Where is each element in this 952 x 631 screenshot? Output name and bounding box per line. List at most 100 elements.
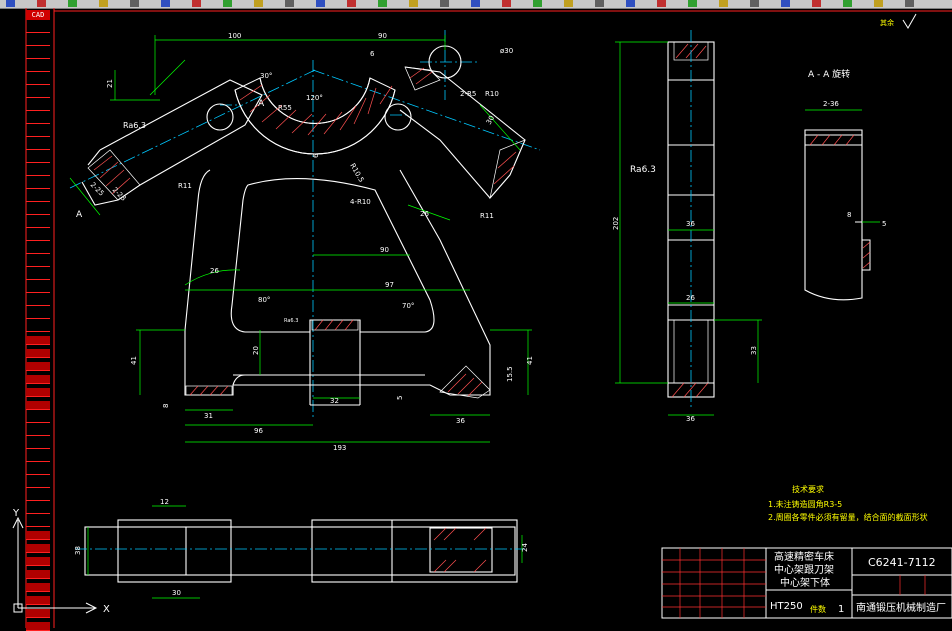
- layer-row: [26, 466, 50, 475]
- layer-row: [26, 219, 50, 228]
- corner-roughness-note: 其余: [880, 13, 917, 29]
- dim-angle-120: 120°: [306, 94, 323, 102]
- dim-41-right: 41: [526, 356, 534, 365]
- layer-row: [26, 583, 50, 592]
- ucs-x-label: X: [103, 604, 110, 615]
- dim-36-side-a: 36: [686, 220, 695, 228]
- side-view: Ra6.3 202 36 26 33 36: [612, 30, 762, 423]
- dim-36: 36: [456, 417, 465, 425]
- dim-26-left: 26: [210, 267, 219, 275]
- dim-21: 21: [106, 79, 114, 88]
- drawing-code: C6241-7112: [868, 556, 936, 569]
- layer-row: [26, 297, 50, 306]
- layer-row: [26, 362, 50, 371]
- section-title: A - A 旋转: [808, 68, 850, 80]
- layer-row: [26, 258, 50, 267]
- cad-label: CAD: [26, 10, 50, 20]
- layer-row: [26, 518, 50, 527]
- title-name-line2: 中心架跟刀架: [774, 563, 834, 576]
- dim-26-side: 26: [686, 294, 695, 302]
- section-mark-A-left: A: [76, 210, 83, 220]
- layer-row: [26, 63, 50, 72]
- dim-100: 100: [228, 32, 241, 40]
- dim-30-bottom: 30: [172, 589, 181, 597]
- dim-8-left: 8: [162, 404, 170, 408]
- layer-row: [26, 440, 50, 449]
- layer-row: [26, 479, 50, 488]
- dim-15-5: 15.5: [506, 366, 514, 382]
- layer-row: [26, 492, 50, 501]
- front-view: 100 90 6 ø30 21 30° 120° R55 R10 2-R5 R1…: [69, 30, 541, 452]
- dim-193: 193: [333, 444, 346, 452]
- dim-90-top: 90: [378, 32, 387, 40]
- layer-row: [26, 596, 50, 605]
- layer-row: [26, 609, 50, 618]
- layer-row: [26, 310, 50, 319]
- dim-dia30: ø30: [500, 47, 513, 55]
- layer-row: [26, 141, 50, 150]
- dim-2-36: 2-36: [823, 100, 839, 108]
- dim-angle-70: 70°: [402, 302, 414, 310]
- dim-r11-right: R11: [480, 212, 494, 220]
- dim-6-center: 6: [312, 153, 320, 158]
- cad-drawing-canvas[interactable]: 100 90 6 ø30 21 30° 120° R55 R10 2-R5 R1…: [0, 0, 952, 630]
- dim-r105: R10.5: [348, 162, 365, 184]
- layer-row: [26, 206, 50, 215]
- dim-26-right: 26: [420, 210, 429, 218]
- dim-6-top: 6: [370, 50, 375, 58]
- layer-row: [26, 76, 50, 85]
- dim-r11: R11: [178, 182, 192, 190]
- dim-angle-30: 30°: [260, 72, 272, 80]
- layer-row: [26, 24, 50, 33]
- dim-angle-80: 80°: [258, 296, 270, 304]
- layer-row: [26, 388, 50, 397]
- dim-38: 38: [74, 546, 82, 555]
- dim-90-mid: 90: [380, 246, 389, 254]
- layer-row: [26, 557, 50, 566]
- layer-row: [26, 401, 50, 410]
- tech-line-2: 2.周圈各零件必须有留量，结合面的截面形状: [768, 512, 928, 522]
- layer-row: [26, 570, 50, 579]
- layer-row: [26, 50, 50, 59]
- dim-r55: R55: [278, 104, 292, 112]
- tech-line-1: 1.未注铸造圆角R3-5: [768, 499, 842, 509]
- dim-5: 5: [396, 396, 404, 400]
- dim-96: 96: [254, 427, 263, 435]
- dim-202: 202: [612, 217, 620, 230]
- layer-row: [26, 37, 50, 46]
- dim-2r5: 2-R5: [460, 90, 476, 98]
- hatch-areas: [87, 66, 526, 399]
- layer-row: [26, 531, 50, 540]
- layer-row: [26, 505, 50, 514]
- dim-33-side: 33: [750, 346, 758, 355]
- layer-row: [26, 284, 50, 293]
- material: HT250: [770, 601, 803, 612]
- dim-32: 32: [330, 397, 339, 405]
- dim-24: 24: [521, 543, 529, 552]
- dim-2-25: 2-25: [89, 181, 106, 198]
- section-aa: A - A 旋转 2-36 8 5: [804, 68, 886, 301]
- layer-row: [26, 375, 50, 384]
- corner-note-text: 其余: [880, 18, 894, 27]
- layer-row: [26, 245, 50, 254]
- ucs-y-label: Y: [12, 508, 20, 519]
- tech-title: 技术要求: [792, 484, 824, 494]
- roughness-ra63: Ra6.3: [123, 121, 146, 130]
- layer-row: [26, 128, 50, 137]
- layer-row: [26, 323, 50, 332]
- layer-row: [26, 167, 50, 176]
- title-name-line1: 高速精密车床: [774, 550, 834, 563]
- roughness-small: Ra6.3: [284, 318, 298, 324]
- dim-36-side-b: 36: [686, 415, 695, 423]
- layer-row: [26, 102, 50, 111]
- layer-row: [26, 89, 50, 98]
- dim-8-section: 8: [847, 211, 851, 219]
- layer-row: [26, 271, 50, 280]
- layer-stack: CAD: [26, 8, 54, 631]
- title-name-line3: 中心架下体: [780, 576, 830, 589]
- dim-r10-right: R10: [485, 90, 499, 98]
- dim-12: 12: [160, 498, 169, 506]
- dim-5-section: 5: [882, 220, 886, 228]
- dim-97: 97: [385, 281, 394, 289]
- layer-row: [26, 115, 50, 124]
